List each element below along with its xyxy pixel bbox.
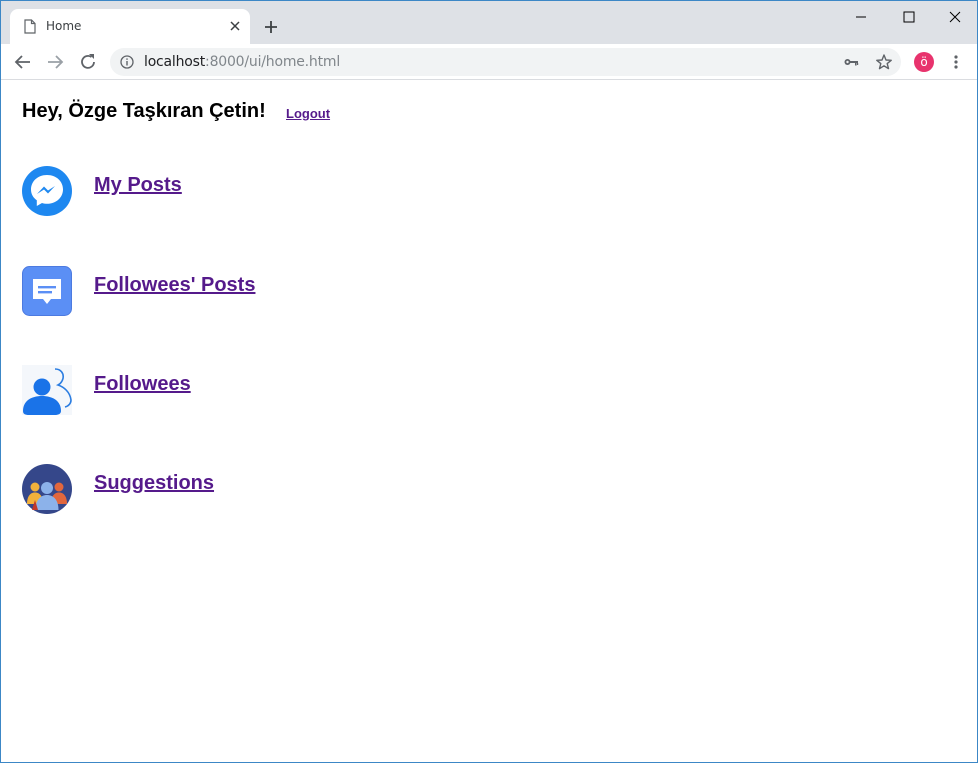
menu-link-followees-posts[interactable]: Followees' Posts <box>94 274 255 297</box>
browser-window: Home localhost:8000/ui/home.html ö Hey, … <box>0 0 978 763</box>
new-tab-icon[interactable] <box>261 17 281 37</box>
chat-message-icon[interactable] <box>22 266 72 316</box>
browser-toolbar: localhost:8000/ui/home.html ö <box>1 44 977 80</box>
url-host: localhost <box>144 54 206 70</box>
menu-link-suggestions[interactable]: Suggestions <box>94 472 214 495</box>
menu-item-my-posts[interactable]: My Posts <box>22 166 422 218</box>
menu-link-followees[interactable]: Followees <box>94 373 191 396</box>
address-bar[interactable]: localhost:8000/ui/home.html <box>110 48 901 76</box>
tab-home[interactable]: Home <box>10 9 250 44</box>
close-tab-icon[interactable] <box>227 18 243 34</box>
profile-avatar[interactable]: ö <box>914 52 934 72</box>
page-content: Hey, Özge Taşkıran Çetin! Logout My Post… <box>1 81 977 763</box>
logout-link[interactable]: Logout <box>286 106 330 121</box>
forward-icon[interactable] <box>45 52 65 72</box>
reload-icon[interactable] <box>78 52 98 72</box>
users-icon[interactable] <box>22 365 72 415</box>
more-menu-icon[interactable] <box>951 53 961 71</box>
maximize-icon[interactable] <box>899 7 919 27</box>
document-icon <box>24 19 36 34</box>
close-window-icon[interactable] <box>945 7 965 27</box>
messenger-icon[interactable] <box>22 166 72 216</box>
key-icon[interactable] <box>843 54 859 70</box>
menu-item-followees[interactable]: Followees <box>22 365 422 417</box>
menu-link-my-posts[interactable]: My Posts <box>94 174 182 197</box>
group-suggestions-icon[interactable] <box>22 464 72 514</box>
bookmark-star-icon[interactable] <box>875 53 893 71</box>
url-text[interactable]: localhost:8000/ui/home.html <box>144 54 340 70</box>
tab-strip: Home <box>1 1 977 44</box>
tab-title: Home <box>46 19 82 33</box>
minimize-icon[interactable] <box>851 7 871 27</box>
info-icon[interactable] <box>120 55 134 69</box>
menu-item-followees-posts[interactable]: Followees' Posts <box>22 266 422 318</box>
greeting-heading: Hey, Özge Taşkıran Çetin! <box>22 100 266 122</box>
menu-item-suggestions[interactable]: Suggestions <box>22 464 422 516</box>
back-icon[interactable] <box>13 52 33 72</box>
url-path: :8000/ui/home.html <box>205 54 341 70</box>
